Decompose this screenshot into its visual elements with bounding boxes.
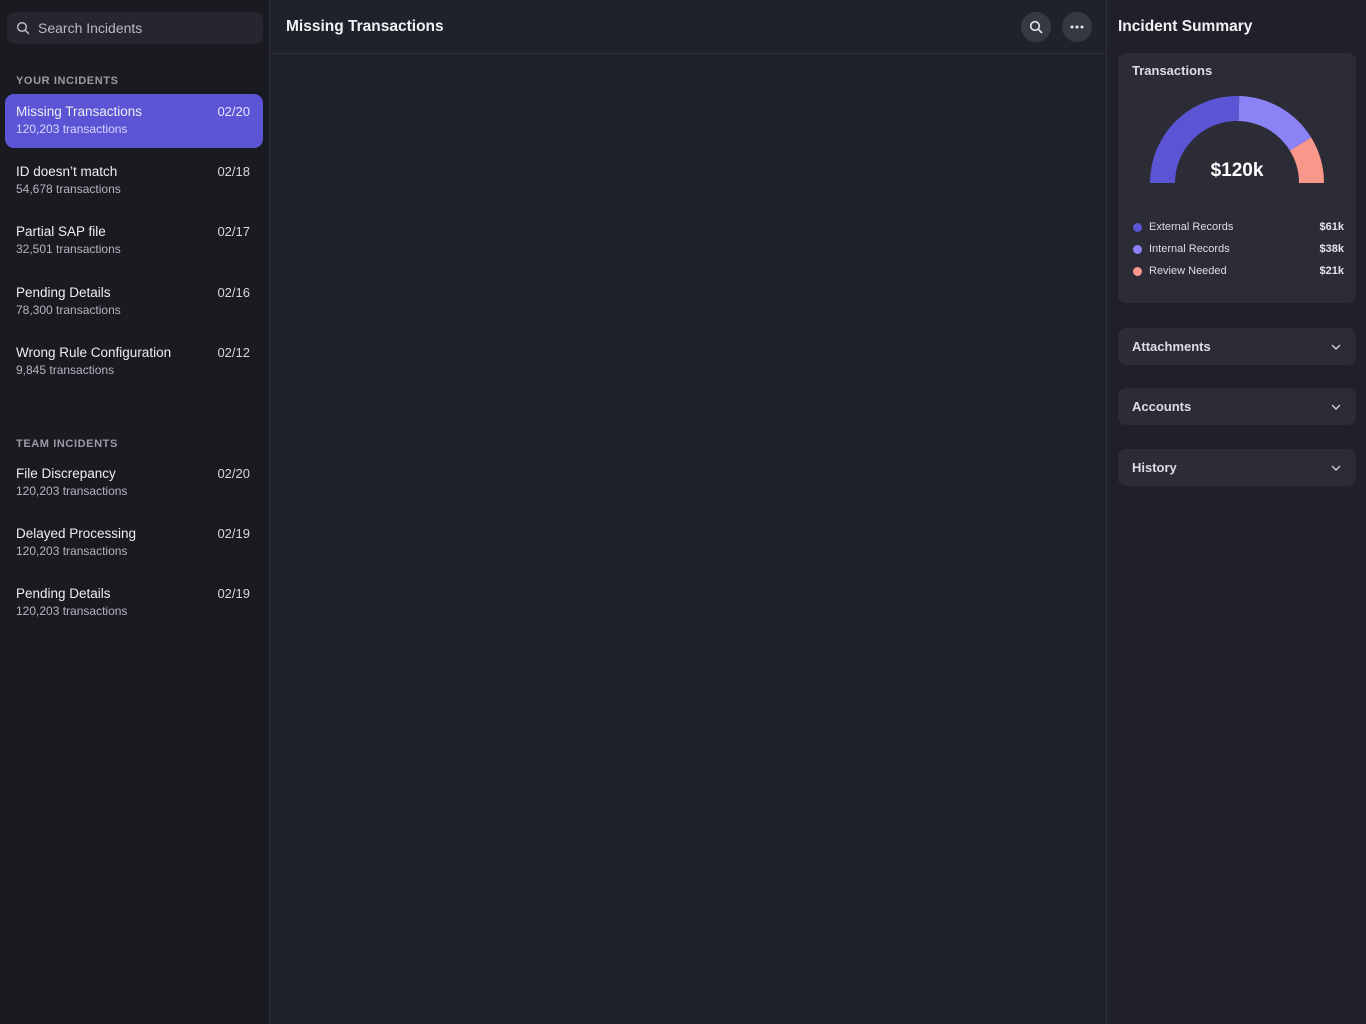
legend-value: $61k [1319, 221, 1344, 233]
incident-date: 02/16 [217, 285, 250, 300]
legend-label: Internal Records [1149, 243, 1230, 255]
incident-date: 02/19 [217, 586, 250, 601]
legend-label: External Records [1149, 221, 1234, 233]
chevron-down-icon [1330, 341, 1342, 353]
incident-title: Pending Details [16, 586, 111, 601]
legend-dot [1133, 244, 1142, 254]
search-icon [16, 21, 30, 35]
incident-title: Partial SAP file [16, 224, 106, 239]
incident-count: 78,300 transactions [16, 303, 121, 317]
summary-title: Incident Summary [1118, 18, 1253, 35]
incident-title: File Discrepancy [16, 466, 116, 481]
incident-item[interactable]: Missing Transactions 02/20 120,203 transa… [5, 94, 263, 148]
more-options-button[interactable] [1062, 12, 1092, 42]
legend-item: Internal Records $38k [1133, 238, 1344, 260]
accordion-label: Attachments [1132, 339, 1211, 354]
accounts-accordion[interactable]: Accounts [1118, 388, 1356, 425]
incident-count: 120,203 transactions [16, 122, 128, 136]
incident-item[interactable]: Partial SAP file 02/17 32,501 transaction… [5, 214, 263, 268]
incident-date: 02/18 [217, 164, 250, 179]
incident-date: 02/19 [217, 526, 250, 541]
incident-summary-panel: Incident Summary Transactions $120k Exte… [1107, 0, 1366, 1024]
legend-label: Review Needed [1149, 265, 1227, 277]
incident-count: 120,203 transactions [16, 484, 128, 498]
search-input[interactable] [38, 20, 248, 36]
search-icon [1029, 20, 1043, 34]
your-incidents-heading: YOUR INCIDENTS [16, 75, 119, 87]
chevron-down-icon [1330, 401, 1342, 413]
incident-count: 9,845 transactions [16, 363, 115, 377]
incident-item[interactable]: File Discrepancy 02/20 120,203 transactio… [5, 456, 263, 510]
legend-dot [1133, 266, 1142, 276]
main-panel: Missing Transactions [270, 0, 1107, 1024]
card-title: Transactions [1132, 63, 1213, 78]
incident-count: 54,678 transactions [16, 182, 121, 196]
chart-legend: External Records $61k Internal Records $… [1133, 216, 1344, 282]
legend-item: Review Needed $21k [1133, 260, 1344, 282]
incident-item[interactable]: Delayed Processing 02/19 120,203 transact… [5, 516, 263, 570]
incident-title: Pending Details [16, 285, 111, 300]
incident-date: 02/17 [217, 224, 250, 239]
sidebar: YOUR INCIDENTS Missing Transactions 02/20… [0, 0, 270, 1024]
incident-count: 120,203 transactions [16, 544, 128, 558]
accordion-label: History [1132, 460, 1177, 475]
legend-value: $21k [1319, 265, 1344, 277]
chevron-down-icon [1330, 462, 1342, 474]
page-title: Missing Transactions [286, 17, 444, 35]
incident-count: 120,203 transactions [16, 604, 128, 618]
incident-item[interactable]: Wrong Rule Configuration 02/12 9,845 tran… [5, 335, 263, 389]
incident-title: Missing Transactions [16, 104, 143, 119]
incident-item[interactable]: Pending Details 02/16 78,300 transactions [5, 275, 263, 329]
history-accordion[interactable]: History [1118, 449, 1356, 486]
incident-title: Delayed Processing [16, 526, 137, 541]
legend-dot [1133, 222, 1142, 232]
incident-date: 02/12 [217, 345, 250, 360]
incident-title: ID doesn’t match [16, 164, 118, 179]
transactions-card: Transactions $120k External Records $61k… [1118, 53, 1356, 303]
incident-date: 02/20 [217, 104, 250, 119]
incident-title: Wrong Rule Configuration [16, 345, 172, 360]
incident-item[interactable]: Pending Details 02/19 120,203 transaction… [5, 576, 263, 630]
accordion-label: Accounts [1132, 399, 1192, 414]
search-button[interactable] [1021, 12, 1051, 42]
team-incidents-heading: TEAM INCIDENTS [16, 438, 118, 450]
legend-item: External Records $61k [1133, 216, 1344, 238]
gauge-total: $120k [1210, 160, 1264, 181]
main-header: Missing Transactions [270, 0, 1106, 54]
incident-date: 02/20 [217, 466, 250, 481]
attachments-accordion[interactable]: Attachments [1118, 328, 1356, 365]
search-box[interactable] [7, 12, 263, 44]
legend-value: $38k [1319, 243, 1344, 255]
gauge-segment-internal-records [1238, 96, 1312, 151]
incident-item[interactable]: ID doesn’t match 02/18 54,678 transaction… [5, 154, 263, 208]
incident-count: 32,501 transactions [16, 242, 121, 256]
more-icon [1070, 25, 1084, 29]
